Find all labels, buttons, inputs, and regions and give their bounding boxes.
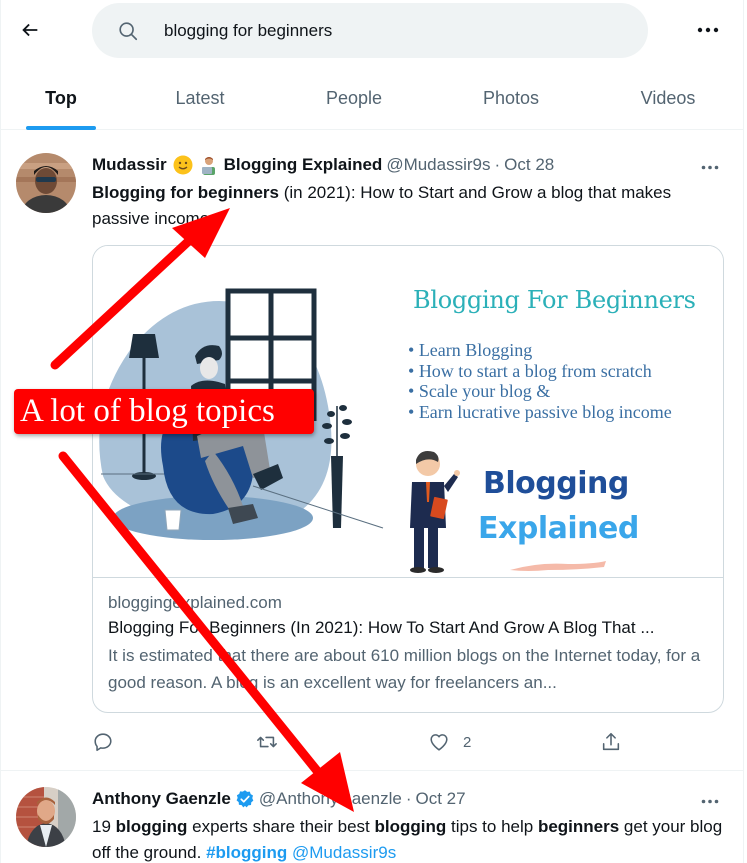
text-segment-bold: beginners <box>537 817 620 836</box>
link-preview-card[interactable]: Blogging For Beginners Learn Blogging Ho… <box>92 245 724 713</box>
text-segment-bold: blogging <box>374 817 447 836</box>
brush-stroke-decoration <box>510 561 606 571</box>
avatar[interactable] <box>16 153 76 213</box>
reply-button[interactable] <box>92 728 114 756</box>
search-box[interactable] <box>92 3 648 58</box>
like-count: 2 <box>463 733 472 751</box>
author-name[interactable]: Anthony Gaenzle <box>92 789 231 809</box>
avatar-photo <box>16 153 76 213</box>
text-segment: experts share their best <box>187 817 375 836</box>
tab-photos[interactable]: Photos <box>430 66 592 130</box>
tab-label: People <box>325 87 383 108</box>
author-handle[interactable]: @Mudassir9s <box>386 155 490 175</box>
card-title: Blogging For Beginners (In 2021): How To… <box>108 618 655 637</box>
tweet-text: 19 blogging experts share their best blo… <box>92 814 732 863</box>
tweet-text: Blogging for beginners (in 2021): How to… <box>92 180 732 232</box>
technologist-emoji-icon <box>201 157 215 175</box>
image-bullet: How to start a blog from scratch <box>408 361 672 382</box>
share-button[interactable] <box>600 728 622 756</box>
verified-badge-icon <box>236 790 254 808</box>
brand-text-line2: Explained <box>478 511 639 546</box>
tab-label: Videos <box>640 87 696 108</box>
image-bullet: Scale your blog & <box>408 381 672 402</box>
image-bullet: Learn Blogging <box>408 340 672 361</box>
more-horizontal-icon <box>701 799 719 803</box>
tab-top[interactable]: Top <box>0 66 122 130</box>
tweet-text-bold: Blogging for beginners <box>92 183 279 202</box>
tweet-date[interactable]: Oct 27 <box>416 789 466 809</box>
heart-icon <box>430 734 448 751</box>
reply-icon <box>94 733 112 752</box>
more-horizontal-icon <box>701 165 719 169</box>
separator: · <box>494 155 501 174</box>
tweet-more-button[interactable] <box>696 791 724 811</box>
search-icon <box>119 22 138 41</box>
like-button[interactable]: 2 <box>427 728 471 756</box>
author-name-suffix[interactable]: Blogging Explained <box>224 155 383 175</box>
text-segment: tips to help <box>446 817 538 836</box>
brand-text-line1: Blogging <box>483 466 629 501</box>
author-handle[interactable]: @AnthonyGaenzle <box>259 789 402 809</box>
image-title: Blogging For Beginners <box>413 286 696 314</box>
author-name[interactable]: Mudassir <box>92 155 167 175</box>
annotation-label: A lot of blog topics <box>14 389 314 434</box>
tab-label: Top <box>45 87 77 108</box>
image-bullet: Earn lucrative passive blog income <box>408 402 672 423</box>
separator: · <box>405 789 412 808</box>
card-domain: bloggingexplained.com <box>108 593 282 612</box>
card-info: bloggingexplained.com Blogging For Begin… <box>108 592 708 696</box>
mention-link[interactable]: @Mudassir9s <box>292 843 396 862</box>
retweet-icon <box>257 736 277 748</box>
tweet-header: Mudassir Blogging Explained @Mudassir9s … <box>92 155 554 175</box>
arrow-left-icon <box>22 23 38 37</box>
text-segment: 19 <box>92 817 116 836</box>
tweet[interactable]: Anthony Gaenzle @AnthonyGaenzle · Oct 27… <box>0 771 744 863</box>
share-icon <box>602 732 620 751</box>
tweet-more-button[interactable] <box>696 157 724 177</box>
more-horizontal-icon <box>697 27 719 33</box>
search-input[interactable] <box>164 3 624 58</box>
active-tab-indicator <box>26 126 96 130</box>
tab-latest[interactable]: Latest <box>122 66 278 130</box>
tab-label: Photos <box>482 87 540 108</box>
tweet-actions: 2 <box>92 728 724 756</box>
tweet-date[interactable]: Oct 28 <box>504 155 554 175</box>
card-description: It is estimated that there are about 610… <box>108 646 701 692</box>
back-button[interactable] <box>14 14 46 46</box>
tweet-header: Anthony Gaenzle @AnthonyGaenzle · Oct 27 <box>92 789 466 809</box>
image-bullet-list: Learn Blogging How to start a blog from … <box>408 340 672 422</box>
more-options-button[interactable] <box>692 16 724 44</box>
avatar[interactable] <box>16 787 76 847</box>
tab-label: Latest <box>175 87 225 108</box>
search-header <box>0 0 744 60</box>
hashtag-link[interactable]: #blogging <box>206 843 287 862</box>
retweet-button[interactable] <box>255 728 279 756</box>
smiling-face-emoji-icon <box>173 155 193 175</box>
avatar-photo <box>16 787 76 847</box>
tab-videos[interactable]: Videos <box>592 66 744 130</box>
tab-people[interactable]: People <box>278 66 430 130</box>
businessman-illustration <box>410 451 460 573</box>
search-tabs: Top Latest People Photos Videos <box>0 66 744 130</box>
text-segment-bold: blogging <box>115 817 188 836</box>
